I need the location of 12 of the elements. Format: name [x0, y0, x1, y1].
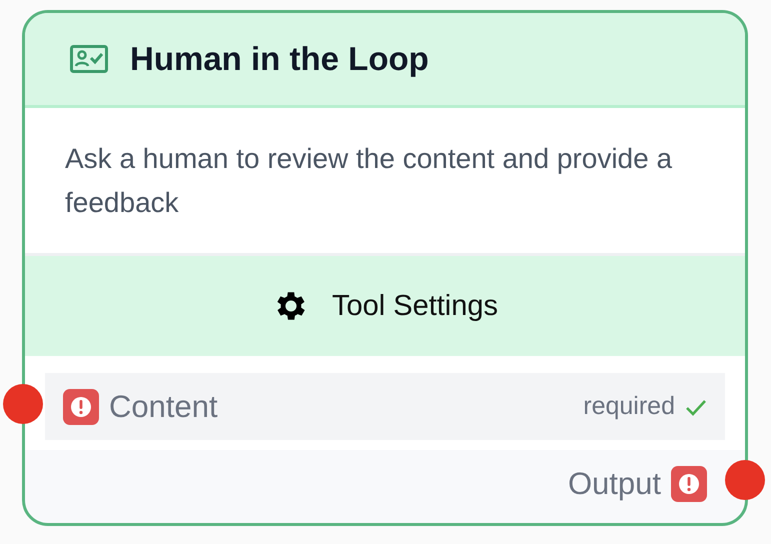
- id-card-icon: [70, 45, 108, 73]
- required-label: required: [583, 392, 675, 421]
- error-icon: [63, 388, 99, 424]
- output-handle[interactable]: [725, 460, 765, 500]
- input-row[interactable]: Content required: [45, 373, 725, 440]
- settings-label: Tool Settings: [332, 290, 498, 322]
- node-description: Ask a human to review the content and provide a feedback: [25, 108, 745, 256]
- input-label: Content: [109, 388, 218, 424]
- error-icon: [671, 466, 707, 502]
- input-handle[interactable]: [3, 384, 43, 424]
- output-label: Output: [568, 466, 661, 502]
- node-title: Human in the Loop: [130, 40, 429, 78]
